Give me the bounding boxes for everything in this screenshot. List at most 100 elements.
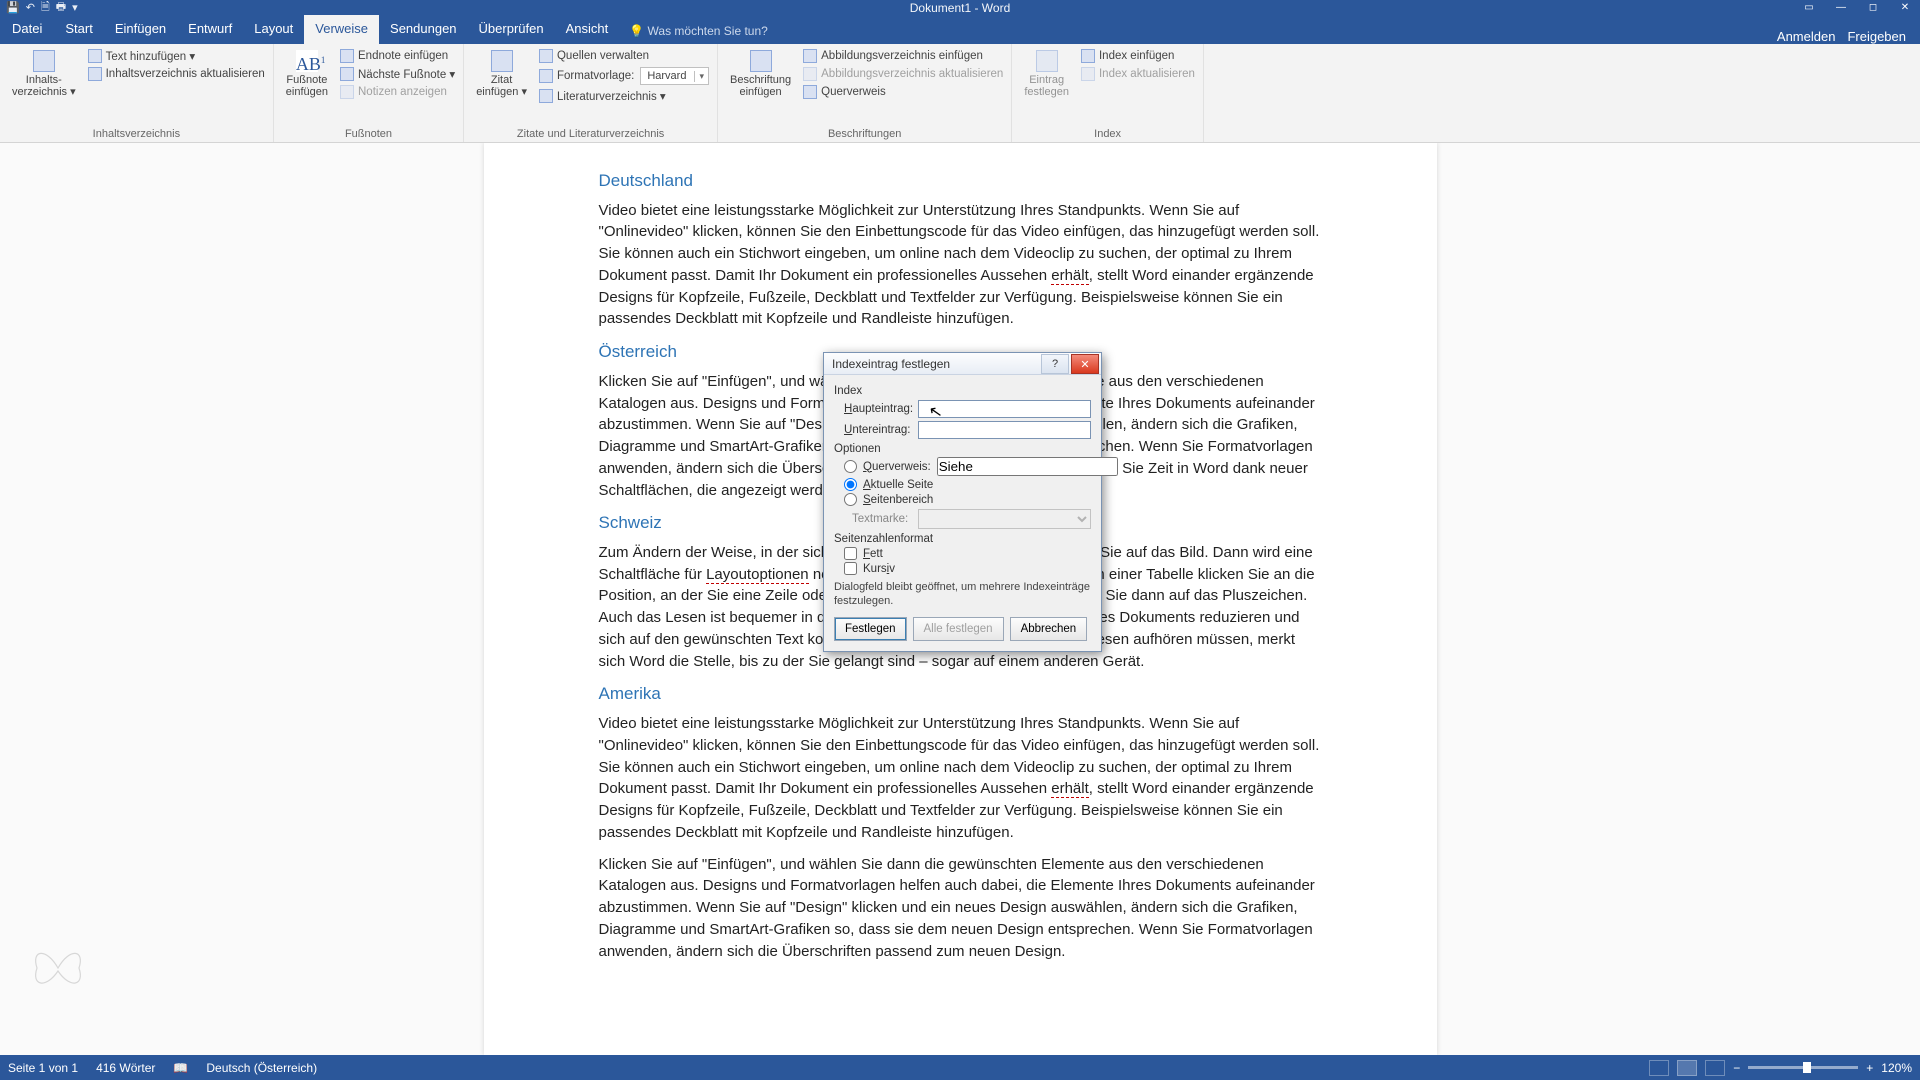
section-pageformat: Seitenzahlenformat — [834, 533, 1091, 545]
page-range-radio[interactable]: Seitenbereich — [844, 493, 1091, 506]
proofing-icon[interactable]: 📖 — [173, 1061, 188, 1075]
insert-index-button[interactable]: Index einfügen — [1081, 48, 1195, 64]
dialog-note: Dialogfeld bleibt geöffnet, um mehrere I… — [834, 581, 1091, 609]
zoom-in-button[interactable]: + — [1866, 1061, 1873, 1075]
maximize-icon[interactable]: ◻ — [1858, 0, 1888, 15]
dialog-titlebar[interactable]: Indexeintrag festlegen ? ✕ — [824, 353, 1101, 375]
cancel-button[interactable]: Abbrechen — [1010, 617, 1088, 641]
undo-icon[interactable]: ↶ — [26, 1, 35, 14]
title-bar: 💾 ↶ 🗎 🖶 ▾ Dokument1 - Word ▭ — ◻ ✕ — [0, 0, 1920, 15]
group-footnotes: AB Fußnote einfügen Endnote einfügen Näc… — [274, 44, 464, 142]
ribbon-options-icon[interactable]: ▭ — [1794, 0, 1824, 15]
insert-footnote-button[interactable]: AB Fußnote einfügen — [282, 48, 332, 100]
bookmark-label: Textmarke: — [834, 513, 912, 525]
style-icon — [539, 69, 553, 83]
bulb-icon: 💡 — [629, 24, 644, 38]
citation-icon — [491, 50, 513, 72]
save-icon[interactable]: 💾 — [6, 1, 20, 14]
show-notes-icon — [340, 85, 354, 99]
group-captions: Beschriftung einfügen Abbildungsverzeich… — [718, 44, 1012, 142]
section-options: Optionen — [834, 443, 1091, 455]
ribbon-tabs: Datei Start Einfügen Entwurf Layout Verw… — [0, 15, 1920, 44]
crossref-icon — [803, 85, 817, 99]
sub-entry-label: Untereintrag: — [834, 424, 912, 436]
heading-amerika: Amerika — [599, 682, 1322, 707]
web-layout-icon[interactable] — [1705, 1060, 1725, 1076]
language-indicator[interactable]: Deutsch (Österreich) — [206, 1061, 317, 1075]
insert-figtable-button[interactable]: Abbildungsverzeichnis einfügen — [803, 48, 1003, 64]
bibliography-button[interactable]: Literaturverzeichnis ▾ — [539, 88, 709, 104]
word-count[interactable]: 416 Wörter — [96, 1061, 155, 1075]
paragraph: Klicken Sie auf "Einfügen", und wählen S… — [599, 854, 1322, 963]
tab-start[interactable]: Start — [54, 15, 103, 44]
manage-sources-button[interactable]: Quellen verwalten — [539, 48, 709, 64]
paragraph: Video bietet eine leistungsstarke Möglic… — [599, 713, 1322, 844]
bookmark-select — [918, 509, 1091, 529]
bold-checkbox[interactable]: Fett — [844, 547, 1091, 560]
mark-entry-button[interactable]: Eintrag festlegen — [1020, 48, 1073, 100]
butterfly-watermark-icon — [28, 935, 88, 995]
update-index-button: Index aktualisieren — [1081, 66, 1195, 82]
window-title: Dokument1 - Word — [910, 1, 1010, 15]
style-selector[interactable]: Formatvorlage: Harvard▾ — [539, 66, 709, 86]
crossref-radio[interactable]: Querverweis: — [844, 457, 1091, 476]
status-bar: Seite 1 von 1 416 Wörter 📖 Deutsch (Öste… — [0, 1055, 1920, 1080]
minimize-icon[interactable]: — — [1826, 0, 1856, 15]
print-layout-icon[interactable] — [1677, 1060, 1697, 1076]
main-entry-input[interactable] — [918, 400, 1091, 418]
qat-more-icon[interactable]: ▾ — [72, 1, 78, 14]
tab-view[interactable]: Ansicht — [555, 15, 620, 44]
page-indicator[interactable]: Seite 1 von 1 — [8, 1061, 78, 1075]
tab-layout[interactable]: Layout — [243, 15, 304, 44]
sub-entry-input[interactable] — [918, 421, 1091, 439]
read-mode-icon[interactable] — [1649, 1060, 1669, 1076]
show-notes-button: Notizen anzeigen — [340, 84, 455, 100]
window-controls: ▭ — ◻ ✕ — [1794, 0, 1920, 15]
tab-draft[interactable]: Entwurf — [177, 15, 243, 44]
tab-insert[interactable]: Einfügen — [104, 15, 177, 44]
tab-references[interactable]: Verweise — [304, 15, 379, 44]
sign-in-link[interactable]: Anmelden — [1777, 29, 1836, 44]
toc-icon — [33, 50, 55, 72]
mark-button[interactable]: Festlegen — [834, 617, 907, 641]
zoom-slider[interactable] — [1748, 1066, 1858, 1069]
dialog-title: Indexeintrag festlegen — [832, 357, 950, 371]
update-toc-icon — [88, 67, 102, 81]
dialog-close-icon[interactable]: ✕ — [1071, 354, 1099, 374]
group-citations: Zitat einfügen ▾ Quellen verwalten Forma… — [464, 44, 718, 142]
add-text-icon — [88, 49, 102, 63]
insert-endnote-button[interactable]: Endnote einfügen — [340, 48, 455, 64]
heading-deutschland: Deutschland — [599, 169, 1322, 194]
share-button[interactable]: Freigeben — [1847, 29, 1906, 44]
close-icon[interactable]: ✕ — [1890, 0, 1920, 15]
update-toc-button[interactable]: Inhaltsverzeichnis aktualisieren — [88, 66, 265, 82]
dialog-help-icon[interactable]: ? — [1041, 354, 1069, 374]
zoom-level[interactable]: 120% — [1881, 1061, 1912, 1075]
tab-review[interactable]: Überprüfen — [468, 15, 555, 44]
toc-button[interactable]: Inhalts- verzeichnis ▾ — [8, 48, 80, 100]
italic-checkbox[interactable]: Kursiv — [844, 562, 1091, 575]
chevron-down-icon: ▾ — [694, 71, 708, 82]
figtable-icon — [803, 49, 817, 63]
zoom-out-button[interactable]: − — [1733, 1061, 1740, 1075]
crossref-button[interactable]: Querverweis — [803, 84, 1003, 100]
endnote-icon — [340, 49, 354, 63]
group-toc: Inhalts- verzeichnis ▾ Text hinzufügen ▾… — [0, 44, 274, 142]
sources-icon — [539, 49, 553, 63]
mark-index-entry-dialog: Indexeintrag festlegen ? ✕ Index HHaupte… — [823, 352, 1102, 652]
insert-caption-button[interactable]: Beschriftung einfügen — [726, 48, 795, 100]
style-combo[interactable]: Harvard▾ — [640, 67, 709, 85]
spelling-error: Layoutoptionen — [706, 566, 809, 584]
insert-citation-button[interactable]: Zitat einfügen ▾ — [472, 48, 531, 100]
crossref-input[interactable] — [937, 457, 1118, 476]
tell-me-search[interactable]: 💡 Was möchten Sie tun? — [619, 18, 778, 44]
paragraph: Video bietet eine leistungsstarke Möglic… — [599, 200, 1322, 331]
current-page-radio[interactable]: Aktuelle Seite — [844, 478, 1091, 491]
insert-index-icon — [1081, 49, 1095, 63]
mark-all-button: Alle festlegen — [913, 617, 1004, 641]
next-footnote-button[interactable]: Nächste Fußnote ▾ — [340, 66, 455, 82]
add-text-button[interactable]: Text hinzufügen ▾ — [88, 48, 265, 64]
footnote-icon: AB — [296, 50, 318, 72]
tab-file[interactable]: Datei — [0, 15, 54, 44]
tab-mailings[interactable]: Sendungen — [379, 15, 468, 44]
